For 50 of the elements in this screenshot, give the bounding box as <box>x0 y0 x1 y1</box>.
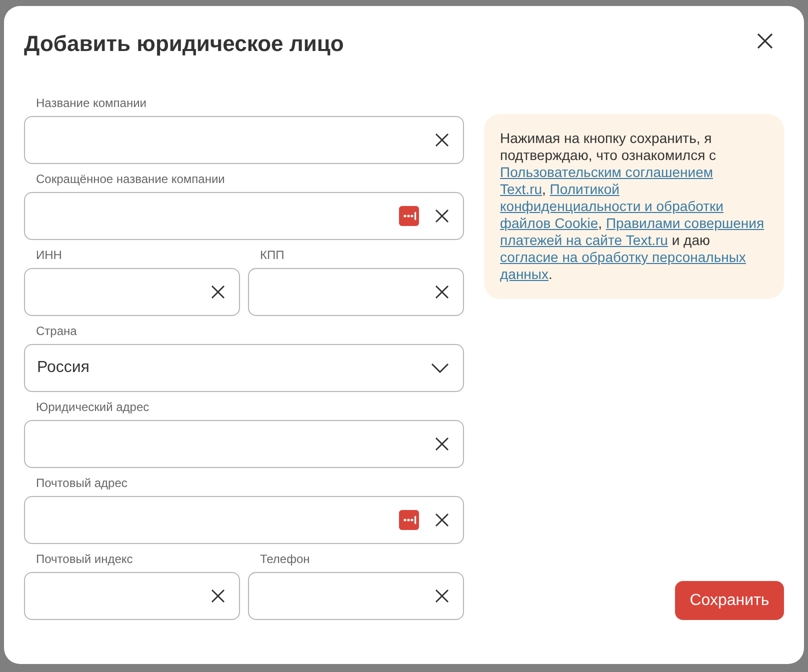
input-field[interactable] <box>24 496 464 544</box>
clear-button[interactable] <box>435 285 449 299</box>
policy-link[interactable]: Политикой <box>550 181 620 197</box>
input-field[interactable] <box>24 572 240 620</box>
dialog-title: Добавить юридическое лицо <box>24 30 344 58</box>
clear-button[interactable] <box>211 285 225 299</box>
password-manager-icon[interactable] <box>399 510 419 530</box>
policy-link[interactable]: файлов Cookie <box>500 215 598 231</box>
clear-button[interactable] <box>435 209 449 223</box>
clear-button[interactable] <box>435 437 449 451</box>
clear-button[interactable] <box>435 133 449 147</box>
field-label: Сокращённое название компании <box>36 172 225 186</box>
input-field[interactable] <box>24 192 464 240</box>
policy-link[interactable]: конфиденциальности и обработки <box>500 198 724 214</box>
save-button[interactable]: Сохранить <box>675 581 784 620</box>
clear-icon <box>435 513 449 527</box>
policy-link[interactable]: платежей на сайте Text.ru <box>500 232 668 248</box>
policy-link[interactable]: согласие на обработку персональных <box>500 249 746 265</box>
close-icon <box>757 33 773 49</box>
field-label: Почтовый адрес <box>36 476 128 490</box>
clear-icon <box>211 285 225 299</box>
clear-button[interactable] <box>211 589 225 603</box>
field-label: ИНН <box>36 248 62 262</box>
policy-link[interactable]: Правилами совершения <box>606 215 764 231</box>
clear-icon <box>435 133 449 147</box>
clear-icon <box>211 589 225 603</box>
field-label: Телефон <box>260 552 310 566</box>
input-field[interactable] <box>248 268 464 316</box>
password-manager-icon[interactable] <box>399 206 419 226</box>
chevron-down-icon <box>431 363 449 373</box>
clear-button[interactable] <box>435 589 449 603</box>
clear-icon <box>435 209 449 223</box>
clear-icon <box>435 437 449 451</box>
field-label: Страна <box>36 324 77 338</box>
input-field[interactable] <box>24 268 240 316</box>
country-dropdown[interactable]: Россия <box>24 344 464 392</box>
field-label: Почтовый индекс <box>36 552 133 566</box>
field-label: КПП <box>260 248 284 262</box>
clear-icon <box>435 589 449 603</box>
policy-link[interactable]: данных <box>500 266 548 282</box>
clear-icon <box>435 285 449 299</box>
policy-link[interactable]: Text.ru <box>500 181 542 197</box>
field-label: Название компании <box>36 96 146 110</box>
input-field[interactable] <box>24 116 464 164</box>
input-field[interactable] <box>24 420 464 468</box>
consent-text: Нажимая на кнопку сохранить, я подтверждаю, что ознакомился с Пользовательским соглашением Text.ru, Политикой конфиденциальности и обработки файлов Cookie, Правилами совершения платежей на сайте Text.ru и даю согласие на обработку персональных данных. <box>484 114 784 299</box>
clear-button[interactable] <box>435 513 449 527</box>
field-label: Юридический адрес <box>36 400 150 414</box>
input-field[interactable] <box>248 572 464 620</box>
policy-link[interactable]: Пользовательским соглашением <box>500 164 713 180</box>
